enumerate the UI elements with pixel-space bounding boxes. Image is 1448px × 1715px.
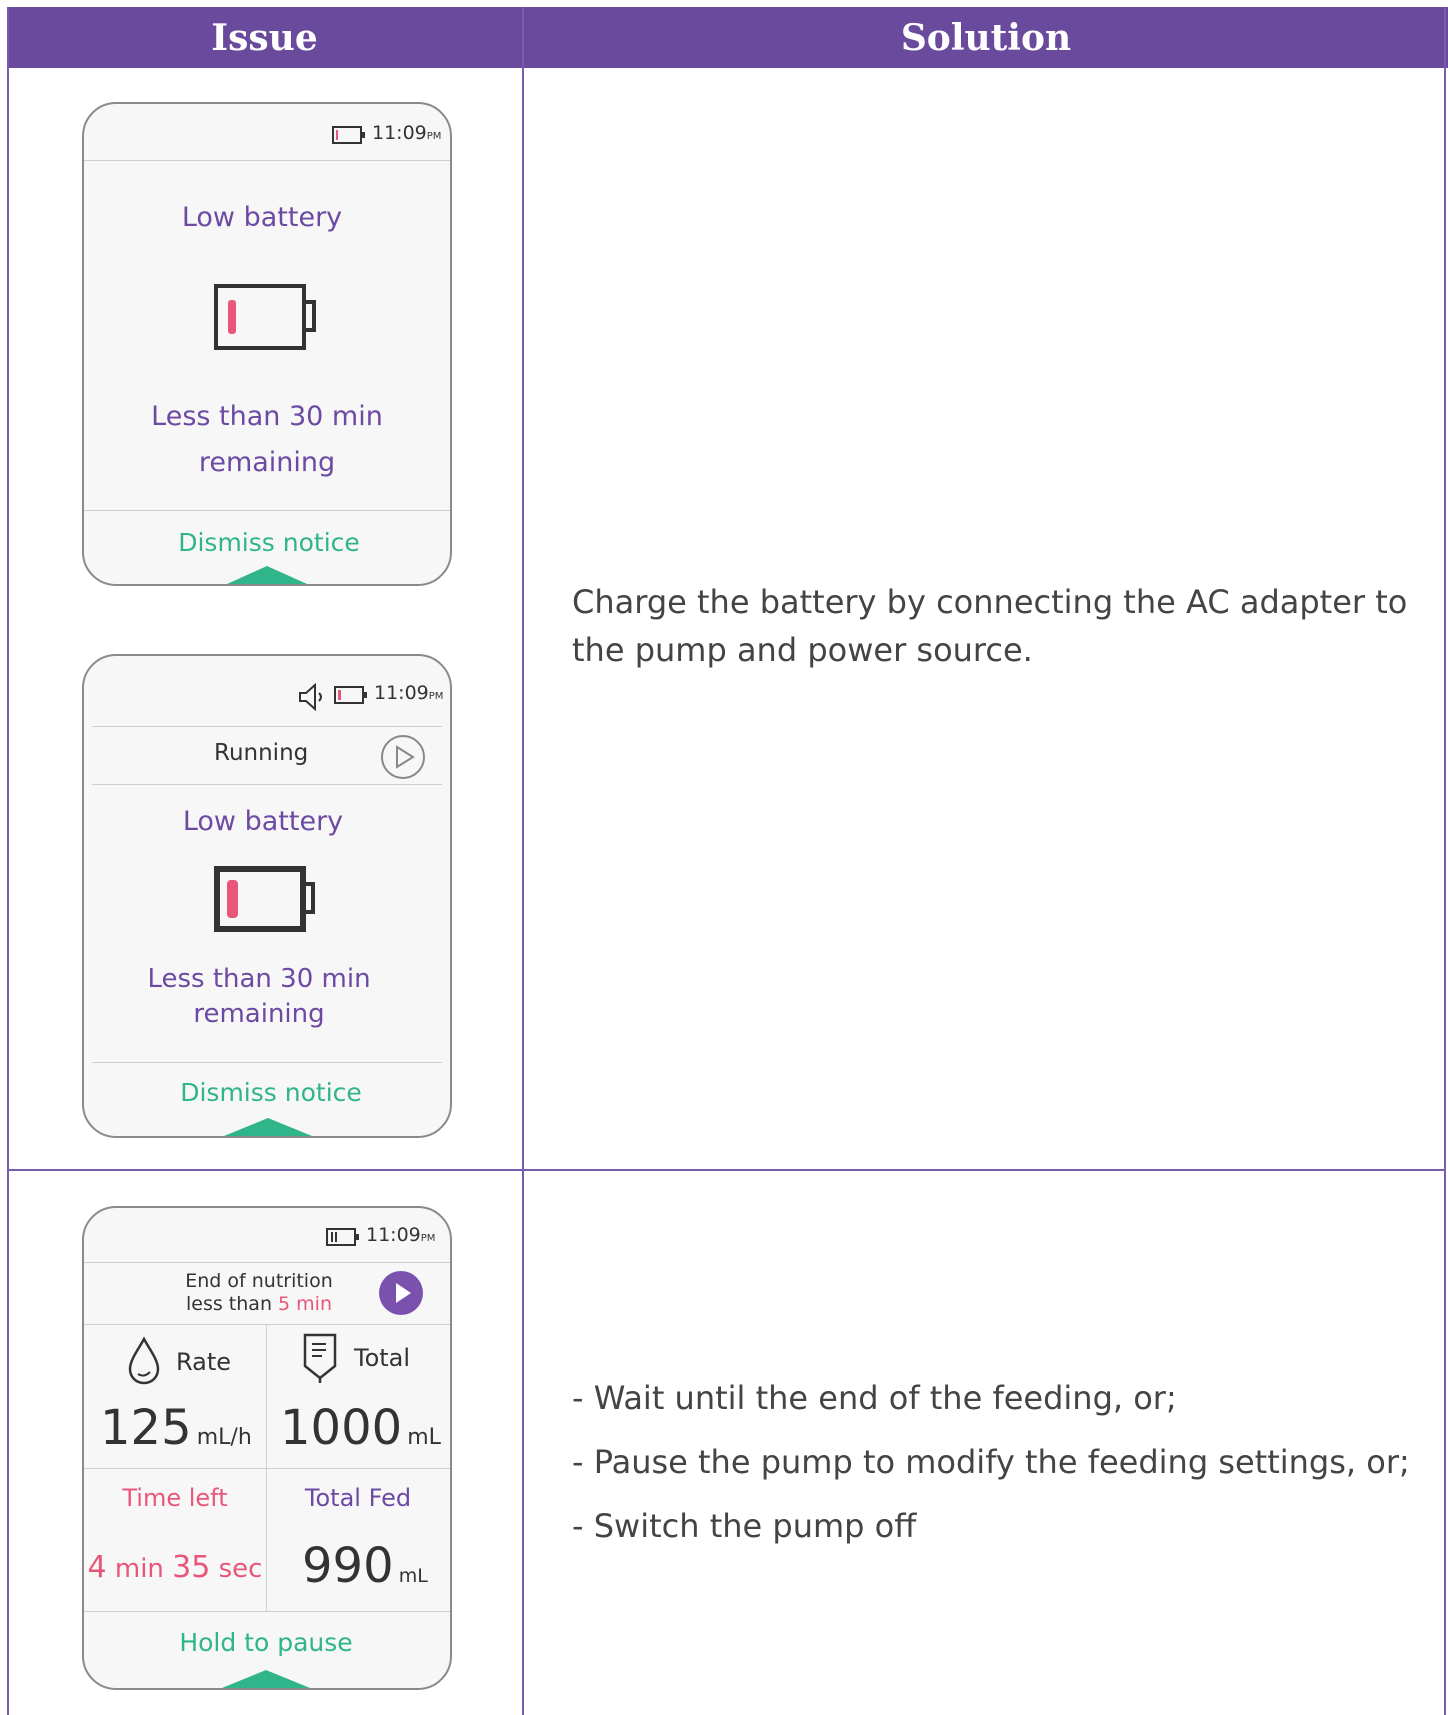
divider xyxy=(92,1062,442,1063)
table-border-left xyxy=(7,7,9,1715)
swipe-up-indicator xyxy=(227,566,307,584)
solution-text-battery: Charge the battery by connecting the AC … xyxy=(572,578,1407,674)
clock: 11:09PM xyxy=(374,682,444,704)
feeding-status-line1: End of nutrition xyxy=(185,1270,333,1292)
divider xyxy=(92,784,442,785)
solution-list-feeding: - Wait until the end of the feeding, or;… xyxy=(572,1366,1410,1558)
total-label: Total xyxy=(354,1344,411,1372)
divider xyxy=(84,1324,450,1325)
header-solution: Solution xyxy=(524,7,1448,68)
total-unit: mL xyxy=(407,1425,441,1450)
sound-icon xyxy=(299,682,322,712)
header-issue: Issue xyxy=(7,7,522,68)
alert-message-line2: remaining xyxy=(198,447,336,478)
pump-screen-low-battery: 11:09PM Low battery Less than 30 min rem… xyxy=(82,102,452,586)
alert-message-line1: Less than 30 min xyxy=(147,964,371,994)
pump-screen-running-low-battery: 11:09PM Running Low battery Less than 30… xyxy=(82,654,452,1138)
time-left-label: Time left xyxy=(122,1484,228,1512)
battery-low-icon xyxy=(334,686,367,704)
time-left-minutes: 4 xyxy=(87,1550,107,1585)
battery-low-icon xyxy=(332,126,365,144)
solution-list-item: - Switch the pump off xyxy=(572,1507,917,1545)
time-left-minutes-unit: min xyxy=(114,1554,164,1584)
clock: 11:09PM xyxy=(372,122,442,144)
alert-message: Less than 30 min remaining xyxy=(84,394,450,486)
table-row-divider xyxy=(7,1169,1446,1171)
pump-screen-feeding-ending: 11:09PM End of nutrition less than 5 min… xyxy=(82,1206,452,1690)
rate-unit: mL/h xyxy=(196,1425,252,1450)
time-left-readout: 4 min 35 sec xyxy=(84,1550,266,1585)
solution-line: the pump and power source. xyxy=(572,631,1033,669)
total-fed-unit: mL xyxy=(398,1565,428,1587)
alert-title: Low battery xyxy=(182,806,344,837)
alert-message-line2: remaining xyxy=(193,999,325,1029)
feeding-status-line2: less than 5 min xyxy=(186,1293,332,1315)
drop-icon xyxy=(128,1336,160,1385)
hold-to-pause-button[interactable]: Hold to pause xyxy=(84,1628,448,1657)
time-left-seconds: 35 xyxy=(172,1550,211,1585)
battery-large-icon xyxy=(214,284,316,350)
table-border-right xyxy=(1444,7,1446,1715)
divider xyxy=(84,1611,450,1612)
troubleshooting-table: Issue Solution 11:09PM Low battery Less … xyxy=(0,0,1448,1715)
rate-value: 125 xyxy=(100,1400,192,1456)
dismiss-notice-button[interactable]: Dismiss notice xyxy=(84,1078,450,1107)
clock: 11:09PM xyxy=(366,1224,436,1246)
battery-icon xyxy=(326,1228,359,1246)
swipe-up-indicator xyxy=(224,1118,312,1136)
alert-message: Less than 30 min remaining xyxy=(84,962,434,1032)
total-readout: 1000 mL xyxy=(280,1400,441,1456)
solution-list-item: - Wait until the end of the feeding, or; xyxy=(572,1379,1177,1417)
swipe-up-indicator xyxy=(222,1670,310,1688)
play-button[interactable] xyxy=(378,1270,424,1316)
solution-line: Charge the battery by connecting the AC … xyxy=(572,583,1408,621)
divider xyxy=(84,160,450,161)
time-left-seconds-unit: sec xyxy=(218,1554,263,1584)
divider xyxy=(84,510,450,511)
alert-title: Low battery xyxy=(181,202,343,233)
total-fed-label: Total Fed xyxy=(304,1484,412,1512)
alert-message-line1: Less than 30 min xyxy=(151,401,383,432)
total-value: 1000 xyxy=(280,1400,403,1456)
table-column-divider xyxy=(522,7,524,1715)
dismiss-notice-button[interactable]: Dismiss notice xyxy=(84,528,450,557)
total-fed-value: 990 xyxy=(302,1538,394,1594)
divider xyxy=(84,1262,450,1263)
solution-list-item: - Pause the pump to modify the feeding s… xyxy=(572,1443,1410,1481)
battery-large-icon xyxy=(214,866,315,932)
divider xyxy=(84,1468,450,1469)
feeding-status: End of nutrition less than 5 min xyxy=(174,1270,344,1316)
rate-readout: 125 mL/h xyxy=(100,1400,252,1456)
feed-bag-icon xyxy=(303,1333,337,1383)
divider xyxy=(92,726,442,727)
rate-label: Rate xyxy=(176,1348,232,1376)
pump-status: Running xyxy=(214,740,309,766)
play-icon xyxy=(381,735,425,779)
total-fed-readout: 990 mL xyxy=(302,1538,428,1594)
